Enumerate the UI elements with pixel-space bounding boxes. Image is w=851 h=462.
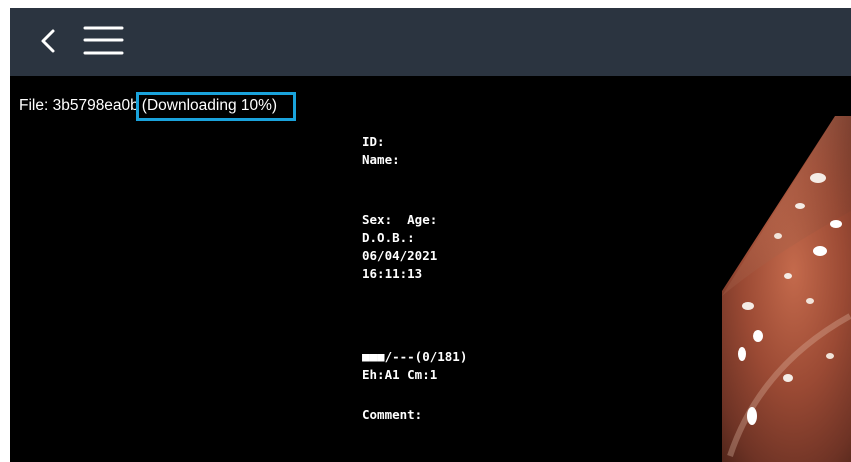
dob-label: D.O.B.: xyxy=(362,230,415,245)
top-toolbar xyxy=(10,8,851,76)
comment-label: Comment: xyxy=(362,407,423,422)
file-info: File: 3b5798ea0b (Downloading 10%) xyxy=(19,92,297,121)
menu-button[interactable] xyxy=(78,22,130,62)
hamburger-menu-icon xyxy=(83,26,124,55)
back-button[interactable] xyxy=(34,22,68,60)
image-counter: ■■■/---(0/181) xyxy=(362,349,468,364)
sex-age-label: Sex: Age: xyxy=(362,212,438,227)
chevron-left-icon xyxy=(41,29,55,53)
patient-name-label: Name: xyxy=(362,152,400,167)
file-name: File: 3b5798ea0b xyxy=(19,97,139,114)
endoscopy-image xyxy=(722,116,851,462)
patient-id-label: ID: xyxy=(362,134,385,149)
exam-date: 06/04/2021 xyxy=(362,248,438,263)
exam-time: 16:11:13 xyxy=(362,266,423,281)
eh-cm-info: Eh:A1 Cm:1 xyxy=(362,367,438,382)
image-viewer: File: 3b5798ea0b (Downloading 10%) ID: Na… xyxy=(10,8,851,462)
download-status: (Downloading 10%) xyxy=(135,92,297,121)
